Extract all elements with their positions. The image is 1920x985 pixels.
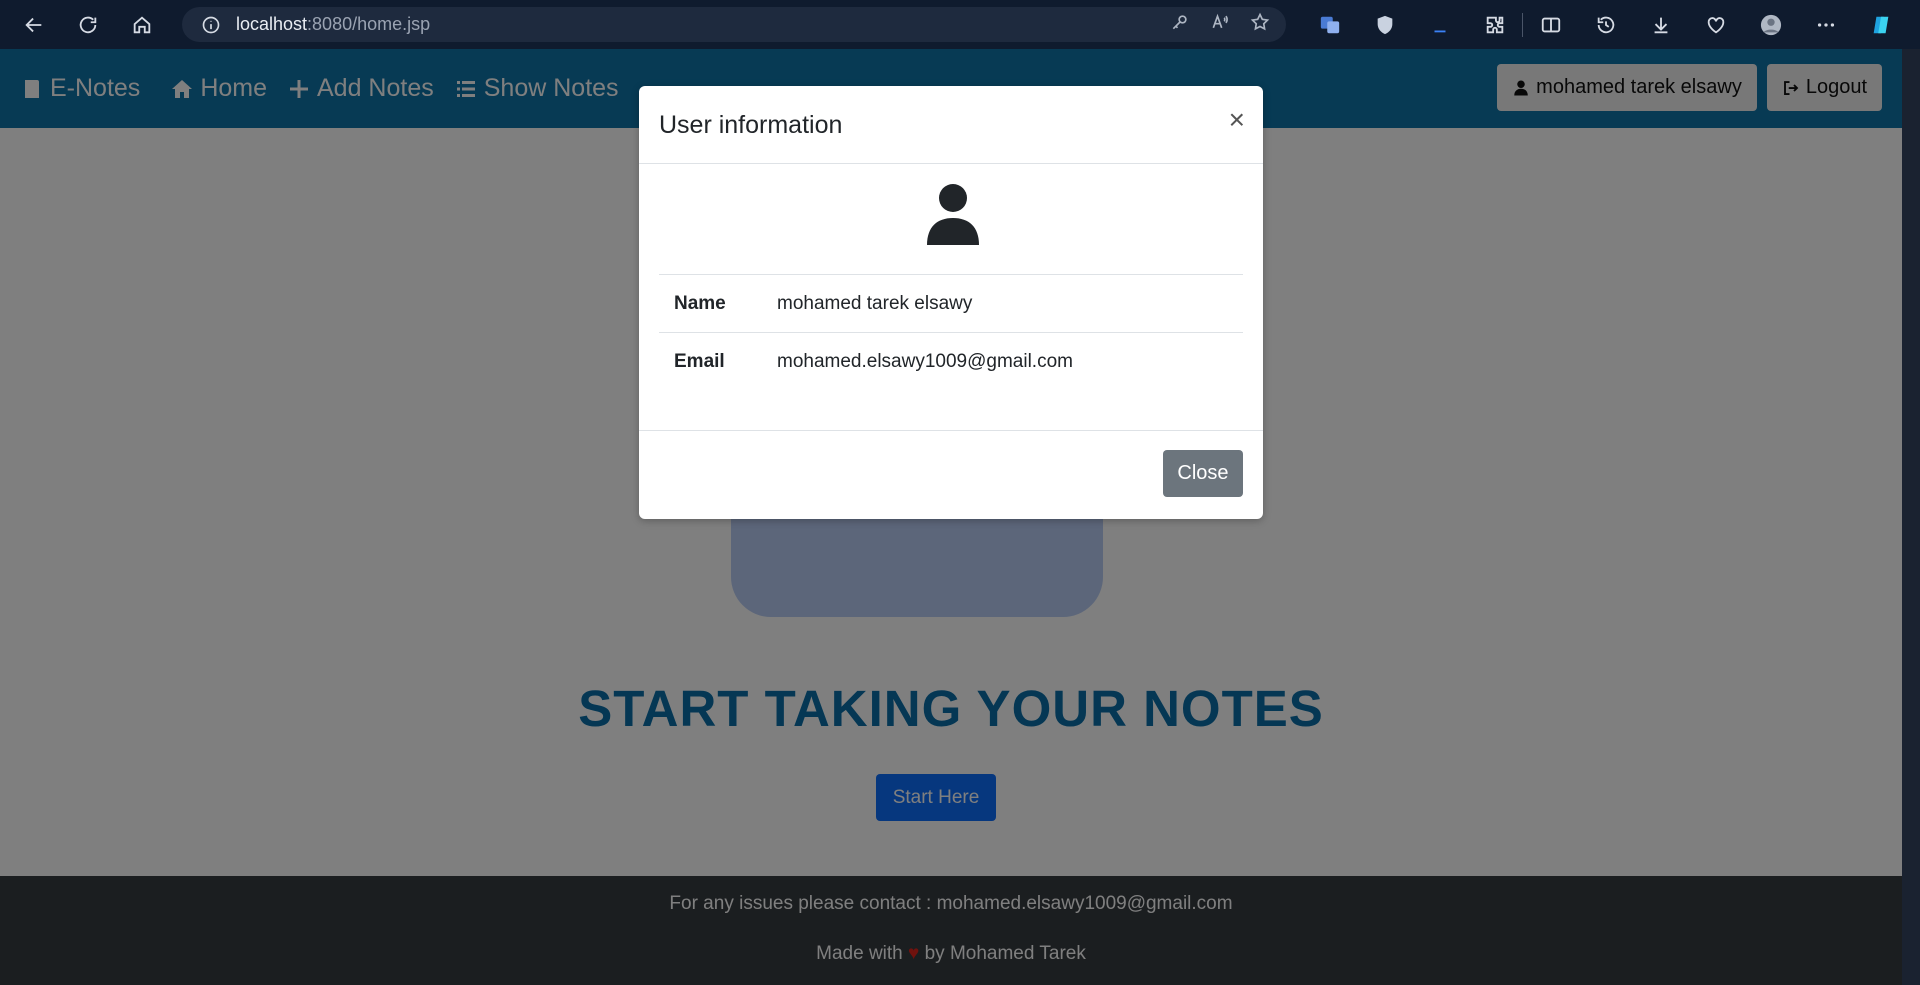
- favorite-star-icon[interactable]: [1250, 12, 1270, 37]
- email-label: Email: [674, 350, 725, 372]
- modal-header: User information ×: [639, 86, 1263, 164]
- home-icon[interactable]: [122, 5, 162, 45]
- profile-avatar-icon[interactable]: [1743, 0, 1798, 49]
- history-icon[interactable]: [1578, 0, 1633, 49]
- close-button[interactable]: Close: [1163, 450, 1243, 497]
- site-info-icon[interactable]: [200, 14, 222, 36]
- table-row: Name mohamed tarek elsawy: [659, 274, 1243, 333]
- url-host: localhost: [236, 14, 308, 34]
- url-text[interactable]: localhost:8080/home.jsp: [236, 14, 430, 35]
- table-row: Email mohamed.elsawy1009@gmail.com: [659, 332, 1243, 391]
- email-value: mohamed.elsawy1009@gmail.com: [777, 350, 1073, 372]
- performance-heart-icon[interactable]: [1688, 0, 1743, 49]
- address-bar[interactable]: localhost:8080/home.jsp: [182, 7, 1286, 42]
- translate-icon[interactable]: [1302, 0, 1357, 49]
- name-label: Name: [674, 292, 726, 314]
- modal-title: User information: [659, 111, 843, 139]
- back-icon[interactable]: [14, 5, 54, 45]
- modal-footer: Close: [639, 431, 1263, 518]
- url-path: :8080/home.jsp: [307, 14, 431, 34]
- downloads-icon[interactable]: [1633, 0, 1688, 49]
- password-key-icon[interactable]: [1170, 12, 1190, 37]
- more-menu-icon[interactable]: [1798, 0, 1853, 49]
- browser-extensions: [1302, 0, 1908, 49]
- address-bar-actions: [1170, 7, 1270, 42]
- page-scrollbar[interactable]: [1902, 49, 1920, 985]
- name-value: mohamed tarek elsawy: [777, 292, 973, 314]
- close-icon[interactable]: ×: [1229, 106, 1245, 134]
- shield-icon[interactable]: [1357, 0, 1412, 49]
- split-screen-icon[interactable]: [1523, 0, 1578, 49]
- user-info-table: Name mohamed tarek elsawy Email mohamed.…: [659, 274, 1243, 391]
- user-avatar-icon: [927, 184, 979, 245]
- modal-body: Name mohamed tarek elsawy Email mohamed.…: [639, 164, 1263, 431]
- browser-toolbar: localhost:8080/home.jsp: [0, 0, 1920, 49]
- extensions-puzzle-icon[interactable]: [1467, 0, 1522, 49]
- page-content: E-Notes Home Add Notes Show Notes mohame…: [0, 49, 1902, 985]
- read-aloud-icon[interactable]: [1210, 12, 1230, 37]
- refresh-icon[interactable]: [68, 5, 108, 45]
- extension-underscore-icon[interactable]: [1412, 0, 1467, 49]
- copilot-icon[interactable]: [1853, 0, 1908, 49]
- user-info-modal: User information × Name mohamed tarek el…: [639, 86, 1263, 519]
